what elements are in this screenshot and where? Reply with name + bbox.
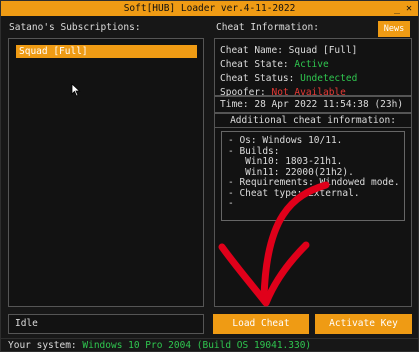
info-line: - xyxy=(228,198,234,209)
time-value: 28 Apr 2022 11:54:38 (23h) xyxy=(254,99,404,110)
info-line: Win10: 1803-21h1. xyxy=(228,156,343,167)
minimize-button[interactable]: _ xyxy=(394,1,400,16)
info-line: - Os: Windows 10/11. xyxy=(228,135,343,146)
cheat-state-value: Active xyxy=(294,59,329,70)
subscription-item-squad[interactable]: Squad [Full] xyxy=(16,45,197,58)
window-controls: _ ✕ xyxy=(394,1,412,16)
load-cheat-button[interactable]: Load Cheat xyxy=(213,314,309,334)
info-line: - Cheat type: External. xyxy=(228,187,360,199)
cheat-status-label: Cheat Status: xyxy=(220,73,295,84)
system-value: Windows 10 Pro 2004 (Build OS 19041.330) xyxy=(82,340,312,351)
cheat-state-label: Cheat State: xyxy=(220,59,289,70)
mouse-cursor-icon xyxy=(71,83,81,97)
info-line: - Requirements: Windowed mode. xyxy=(228,177,400,188)
cheat-name-label: Cheat Name: xyxy=(220,45,283,56)
cheat-state-row: Cheat State: Active xyxy=(220,58,406,72)
system-info-bar: Your system: Windows 10 Pro 2004 (Build … xyxy=(1,338,418,352)
time-row: Time: 28 Apr 2022 11:54:38 (23h) xyxy=(214,96,412,113)
cheat-name-row: Cheat Name: Squad [Full] xyxy=(220,44,406,58)
news-button[interactable]: News xyxy=(378,21,410,37)
cheat-info-label: Cheat Information: xyxy=(216,22,319,33)
title-bar: Soft[HUB] Loader ver.4-11-2022 _ ✕ xyxy=(1,1,418,16)
status-text: Idle xyxy=(8,314,204,334)
subscriptions-label: Satano's Subscriptions: xyxy=(9,22,141,33)
additional-info-text[interactable]: - Os: Windows 10/11. - Builds: Win10: 18… xyxy=(221,131,405,221)
cheat-status-value: Undetected xyxy=(300,73,358,84)
close-button[interactable]: ✕ xyxy=(406,1,412,16)
additional-info-panel: Additional cheat information: - Os: Wind… xyxy=(214,113,412,307)
window-title: Soft[HUB] Loader ver.4-11-2022 xyxy=(123,3,296,14)
time-label: Time: xyxy=(220,99,249,110)
cheat-info-panel: Cheat Name: Squad [Full] Cheat State: Ac… xyxy=(214,38,412,98)
cheat-name-value: Squad [Full] xyxy=(288,45,358,56)
additional-info-title: Additional cheat information: xyxy=(215,114,411,128)
cheat-status-row: Cheat Status: Undetected xyxy=(220,72,406,86)
subscriptions-list[interactable]: Squad [Full] xyxy=(8,38,204,307)
system-label: Your system: xyxy=(8,340,77,351)
loader-window: Soft[HUB] Loader ver.4-11-2022 _ ✕ Satan… xyxy=(0,0,419,352)
activate-key-button[interactable]: Activate Key xyxy=(315,314,412,334)
